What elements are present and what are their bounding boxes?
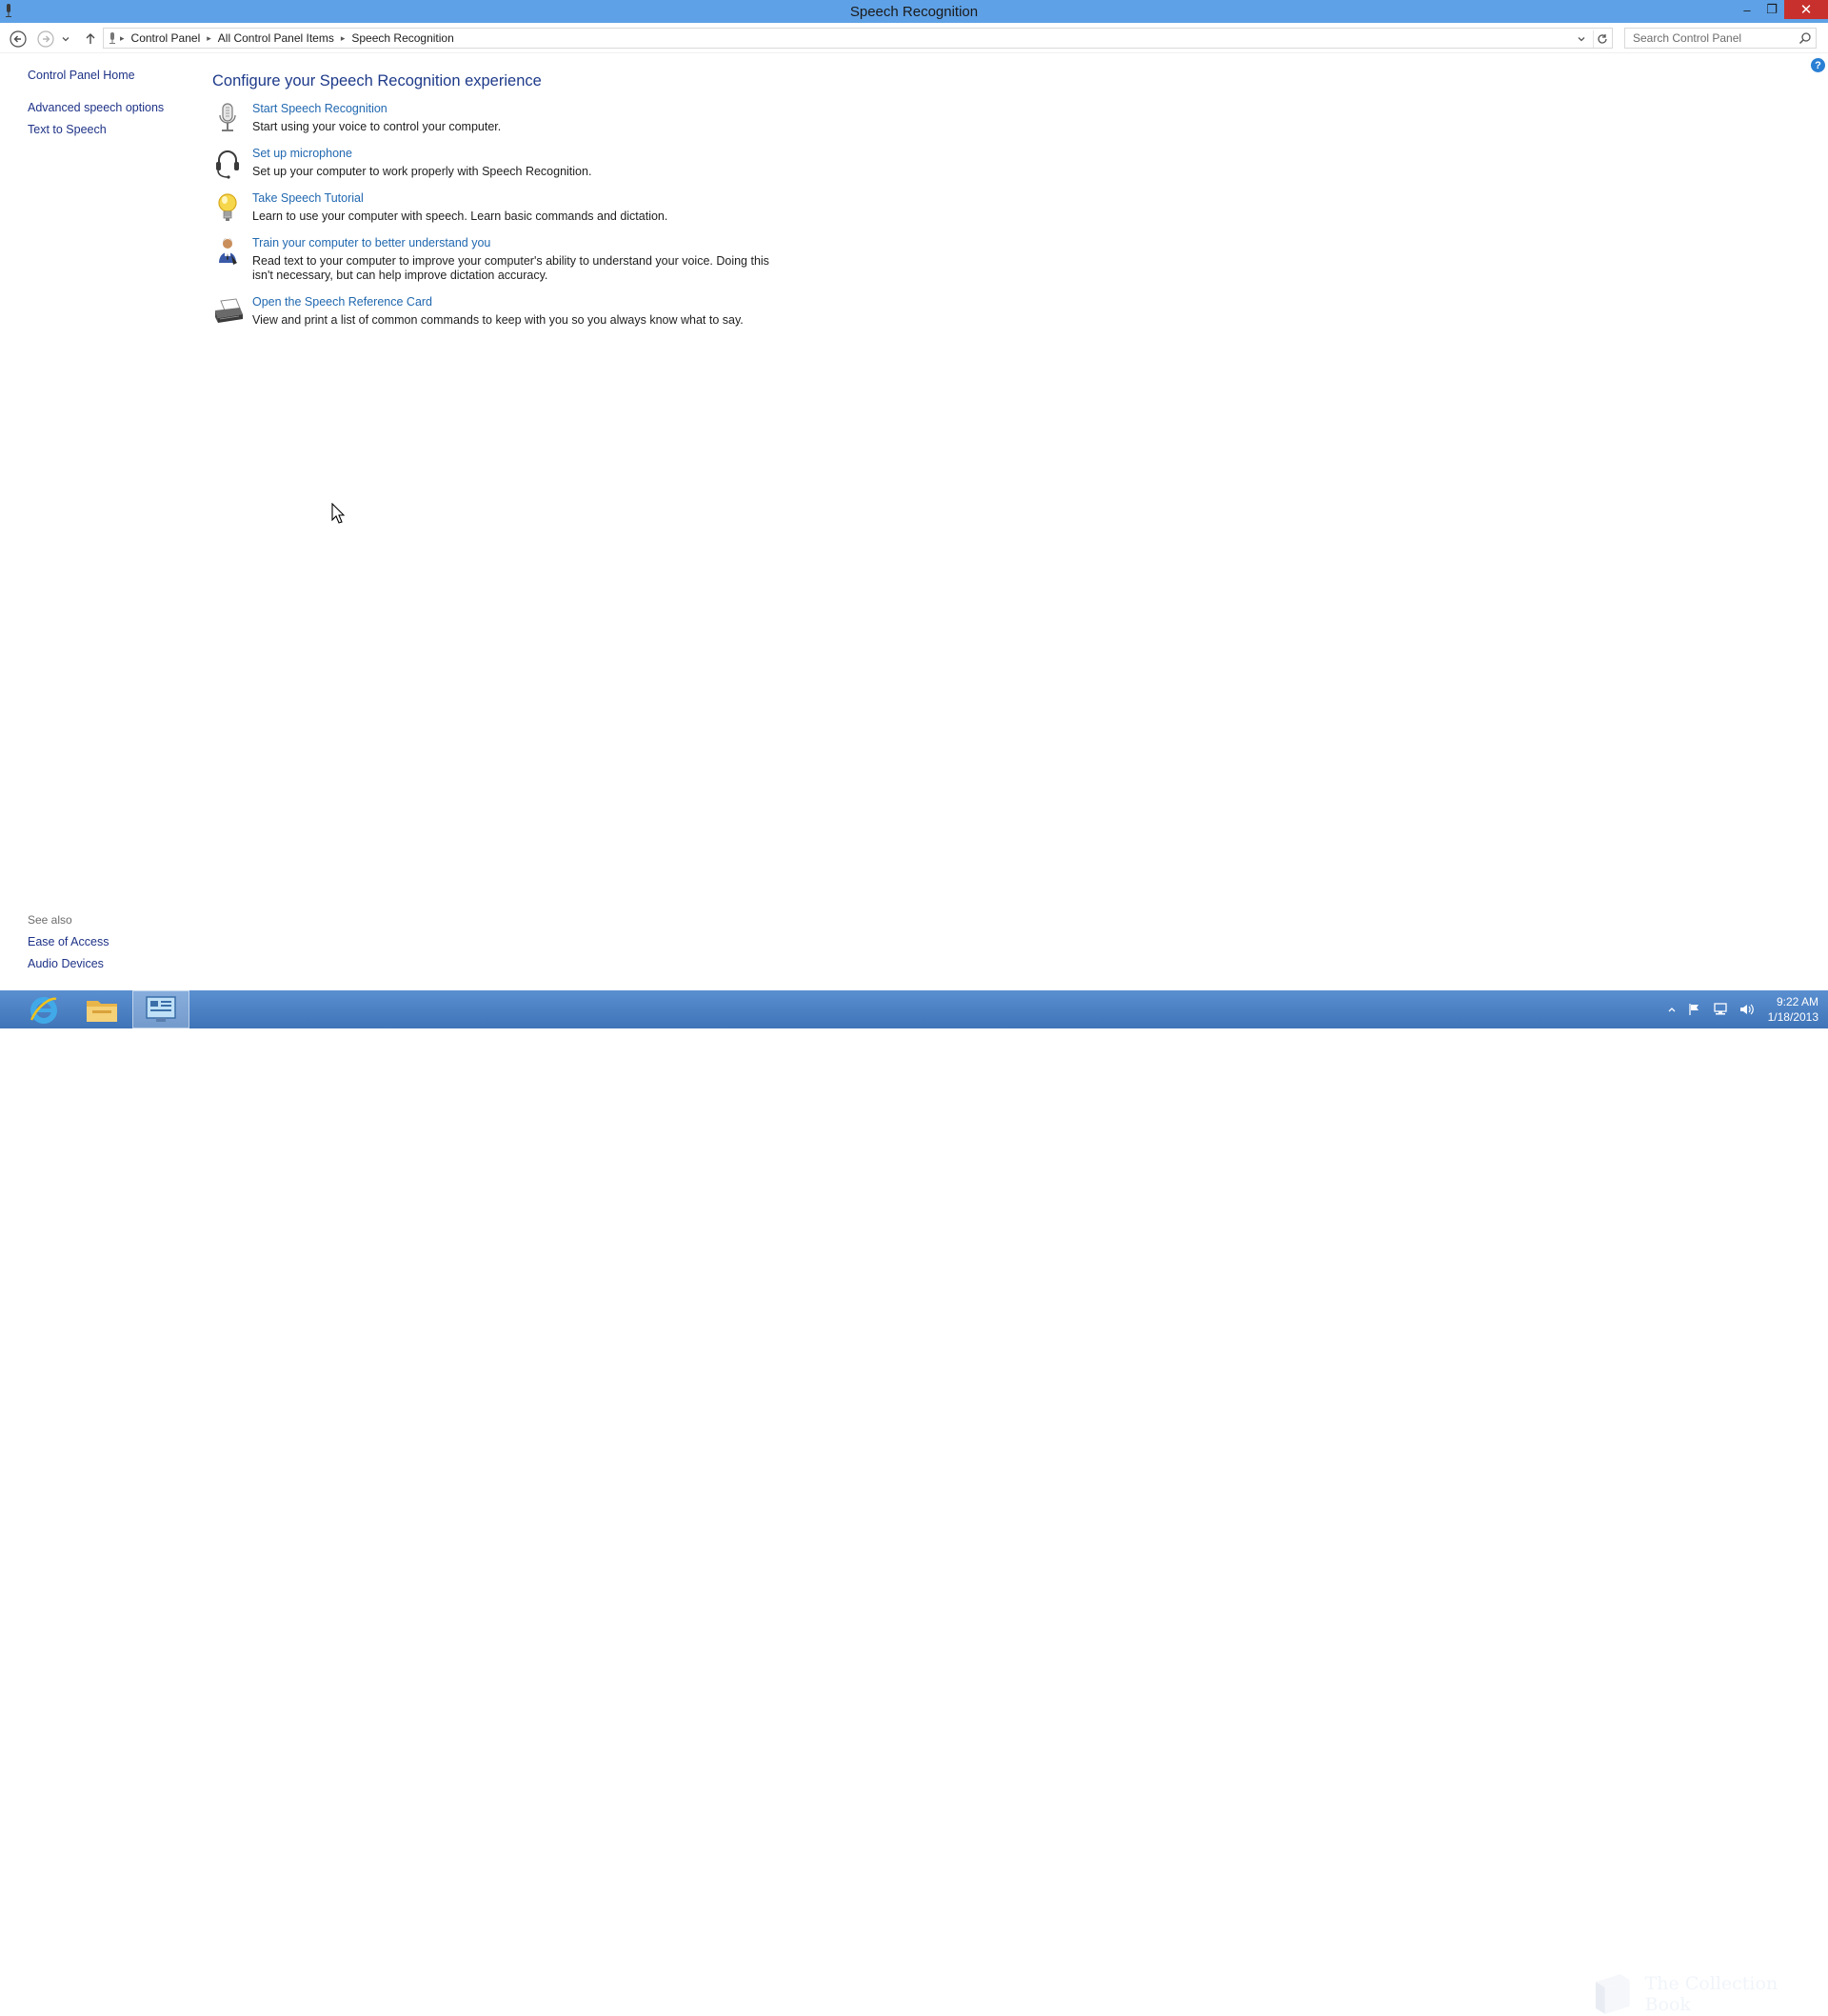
audio-devices-link[interactable]: Audio Devices bbox=[28, 957, 109, 970]
window-title: Speech Recognition bbox=[849, 3, 979, 20]
see-also-section: See also Ease of Access Audio Devices bbox=[28, 913, 109, 979]
see-also-heading: See also bbox=[28, 913, 72, 927]
train-computer-link[interactable]: Train your computer to better understand… bbox=[252, 236, 784, 250]
taskbar-file-explorer[interactable] bbox=[73, 990, 130, 1028]
chevron-right-icon[interactable]: ▸ bbox=[338, 33, 348, 44]
taskbar-internet-explorer[interactable] bbox=[15, 990, 72, 1028]
task-take-speech-tutorial: Take Speech Tutorial Learn to use your c… bbox=[212, 191, 784, 224]
system-clock[interactable]: 9:22 AM 1/18/2013 bbox=[1768, 994, 1818, 1025]
forward-arrow-icon bbox=[37, 30, 54, 48]
internet-explorer-icon bbox=[30, 997, 57, 1024]
help-icon[interactable]: ? bbox=[1811, 58, 1825, 72]
chevron-right-icon[interactable]: ▸ bbox=[204, 33, 214, 44]
main-content: Configure your Speech Recognition experi… bbox=[212, 72, 784, 340]
headset-icon bbox=[212, 147, 243, 179]
up-arrow-icon bbox=[86, 33, 95, 44]
task-set-up-microphone: Set up microphone Set up your computer t… bbox=[212, 147, 784, 179]
taskbar: The Collection Book 9:22 AM 1/18/2013 bbox=[0, 990, 1828, 2015]
task-description: Start using your voice to control your c… bbox=[252, 120, 502, 133]
task-start-speech-recognition: Start Speech Recognition Start using you… bbox=[212, 102, 784, 134]
up-button[interactable] bbox=[80, 29, 101, 50]
start-speech-recognition-link[interactable]: Start Speech Recognition bbox=[252, 102, 784, 115]
refresh-button[interactable] bbox=[1593, 30, 1610, 48]
navigation-bar: ▸ Control Panel ▸ All Control Panel Item… bbox=[0, 23, 1828, 53]
address-bar[interactable]: ▸ Control Panel ▸ All Control Panel Item… bbox=[103, 28, 1613, 49]
book-icon bbox=[1595, 1974, 1630, 2014]
task-description: Set up your computer to work properly wi… bbox=[252, 165, 592, 178]
task-description: Learn to use your computer with speech. … bbox=[252, 210, 668, 223]
title-bar: Speech Recognition – ❐ ✕ bbox=[0, 0, 1828, 23]
ease-of-access-link[interactable]: Ease of Access bbox=[28, 935, 109, 948]
left-navigation-pane: Control Panel Home Advanced speech optio… bbox=[28, 69, 199, 145]
watermark-text: The Collection Book bbox=[1644, 1973, 1778, 2015]
chevron-down-icon bbox=[62, 37, 70, 42]
chevron-down-icon bbox=[1578, 37, 1585, 42]
refresh-icon bbox=[1597, 34, 1607, 44]
taskbar-control-panel[interactable] bbox=[132, 990, 189, 1028]
task-description: View and print a list of common commands… bbox=[252, 313, 744, 327]
watermark-logo: The Collection Book bbox=[1588, 1972, 1828, 2016]
mouse-cursor-icon bbox=[331, 502, 346, 529]
control-panel-icon bbox=[146, 996, 176, 1022]
page-title: Configure your Speech Recognition experi… bbox=[212, 72, 542, 90]
network-icon[interactable] bbox=[1713, 1003, 1728, 1016]
action-center-flag-icon[interactable] bbox=[1688, 1003, 1701, 1016]
microphone-app-icon[interactable] bbox=[4, 3, 13, 18]
back-button[interactable] bbox=[8, 29, 29, 50]
advanced-speech-options-link[interactable]: Advanced speech options bbox=[28, 101, 199, 114]
breadcrumb-control-panel[interactable]: Control Panel bbox=[128, 31, 205, 45]
set-up-microphone-link[interactable]: Set up microphone bbox=[252, 147, 784, 160]
back-arrow-icon bbox=[10, 30, 27, 48]
clock-date: 1/18/2013 bbox=[1767, 1010, 1818, 1024]
forward-button[interactable] bbox=[35, 29, 56, 50]
breadcrumb-all-control-panel-items[interactable]: All Control Panel Items bbox=[214, 31, 338, 45]
task-open-speech-reference-card: Open the Speech Reference Card View and … bbox=[212, 295, 784, 328]
volume-icon[interactable] bbox=[1739, 1003, 1755, 1016]
task-train-computer: Train your computer to better understand… bbox=[212, 236, 784, 283]
search-box[interactable] bbox=[1624, 28, 1817, 49]
lightbulb-icon bbox=[212, 191, 243, 224]
task-description: Read text to your computer to improve yo… bbox=[252, 254, 769, 282]
minimize-button[interactable]: – bbox=[1735, 0, 1759, 19]
system-tray: 9:22 AM 1/18/2013 bbox=[1661, 990, 1818, 1028]
file-explorer-icon bbox=[87, 1001, 117, 1022]
breadcrumb-speech-recognition[interactable]: Speech Recognition bbox=[348, 31, 457, 45]
microphone-icon bbox=[108, 31, 117, 45]
recent-locations-button[interactable] bbox=[59, 29, 72, 50]
close-button[interactable]: ✕ bbox=[1784, 0, 1828, 19]
clock-time: 9:22 AM bbox=[1776, 995, 1818, 1008]
printer-icon bbox=[212, 295, 243, 328]
address-history-dropdown[interactable] bbox=[1574, 31, 1589, 47]
user-training-icon bbox=[212, 236, 243, 269]
text-to-speech-link[interactable]: Text to Speech bbox=[28, 123, 199, 136]
control-panel-home-link[interactable]: Control Panel Home bbox=[28, 69, 199, 82]
take-speech-tutorial-link[interactable]: Take Speech Tutorial bbox=[252, 191, 784, 205]
search-icon[interactable] bbox=[1798, 31, 1812, 48]
microphone-icon bbox=[212, 102, 243, 134]
show-hidden-icons-icon[interactable] bbox=[1667, 1005, 1677, 1014]
search-input[interactable] bbox=[1631, 30, 1793, 46]
chevron-right-icon: ▸ bbox=[120, 32, 125, 43]
open-speech-reference-card-link[interactable]: Open the Speech Reference Card bbox=[252, 295, 784, 309]
restore-button[interactable]: ❐ bbox=[1759, 0, 1784, 19]
window-controls: – ❐ ✕ bbox=[1735, 0, 1828, 19]
